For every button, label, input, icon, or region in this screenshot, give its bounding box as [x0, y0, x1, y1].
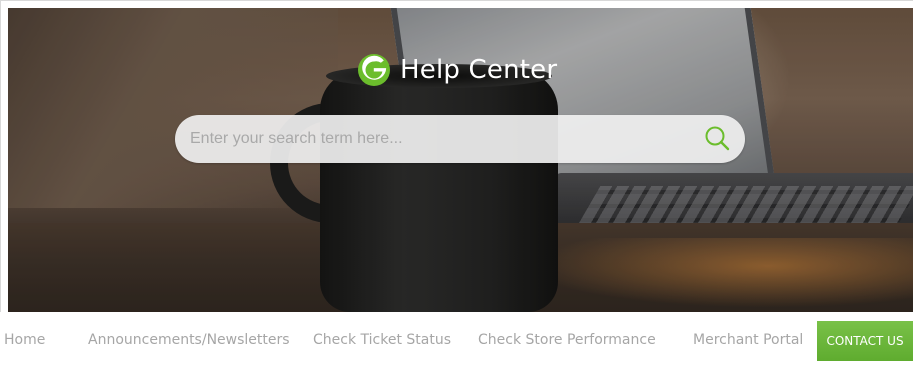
nav-item-check-ticket-status[interactable]: Check Ticket Status [313, 332, 451, 348]
page-title: Help Center [400, 55, 558, 85]
nav-item-check-store-performance[interactable]: Check Store Performance [478, 332, 656, 348]
contact-us-button[interactable]: CONTACT US [817, 321, 913, 361]
search-bar [175, 115, 745, 163]
main-nav: Home Announcements/Newsletters Check Tic… [0, 312, 913, 370]
nav-item-home[interactable]: Home [4, 332, 45, 348]
groupon-g-logo-icon[interactable] [358, 54, 390, 86]
search-input[interactable] [175, 115, 693, 163]
search-button[interactable] [693, 115, 741, 163]
search-icon [703, 124, 731, 155]
nav-item-announcements[interactable]: Announcements/Newsletters [88, 332, 290, 348]
nav-item-merchant-portal[interactable]: Merchant Portal [693, 332, 803, 348]
brand-header: Help Center [358, 52, 557, 88]
